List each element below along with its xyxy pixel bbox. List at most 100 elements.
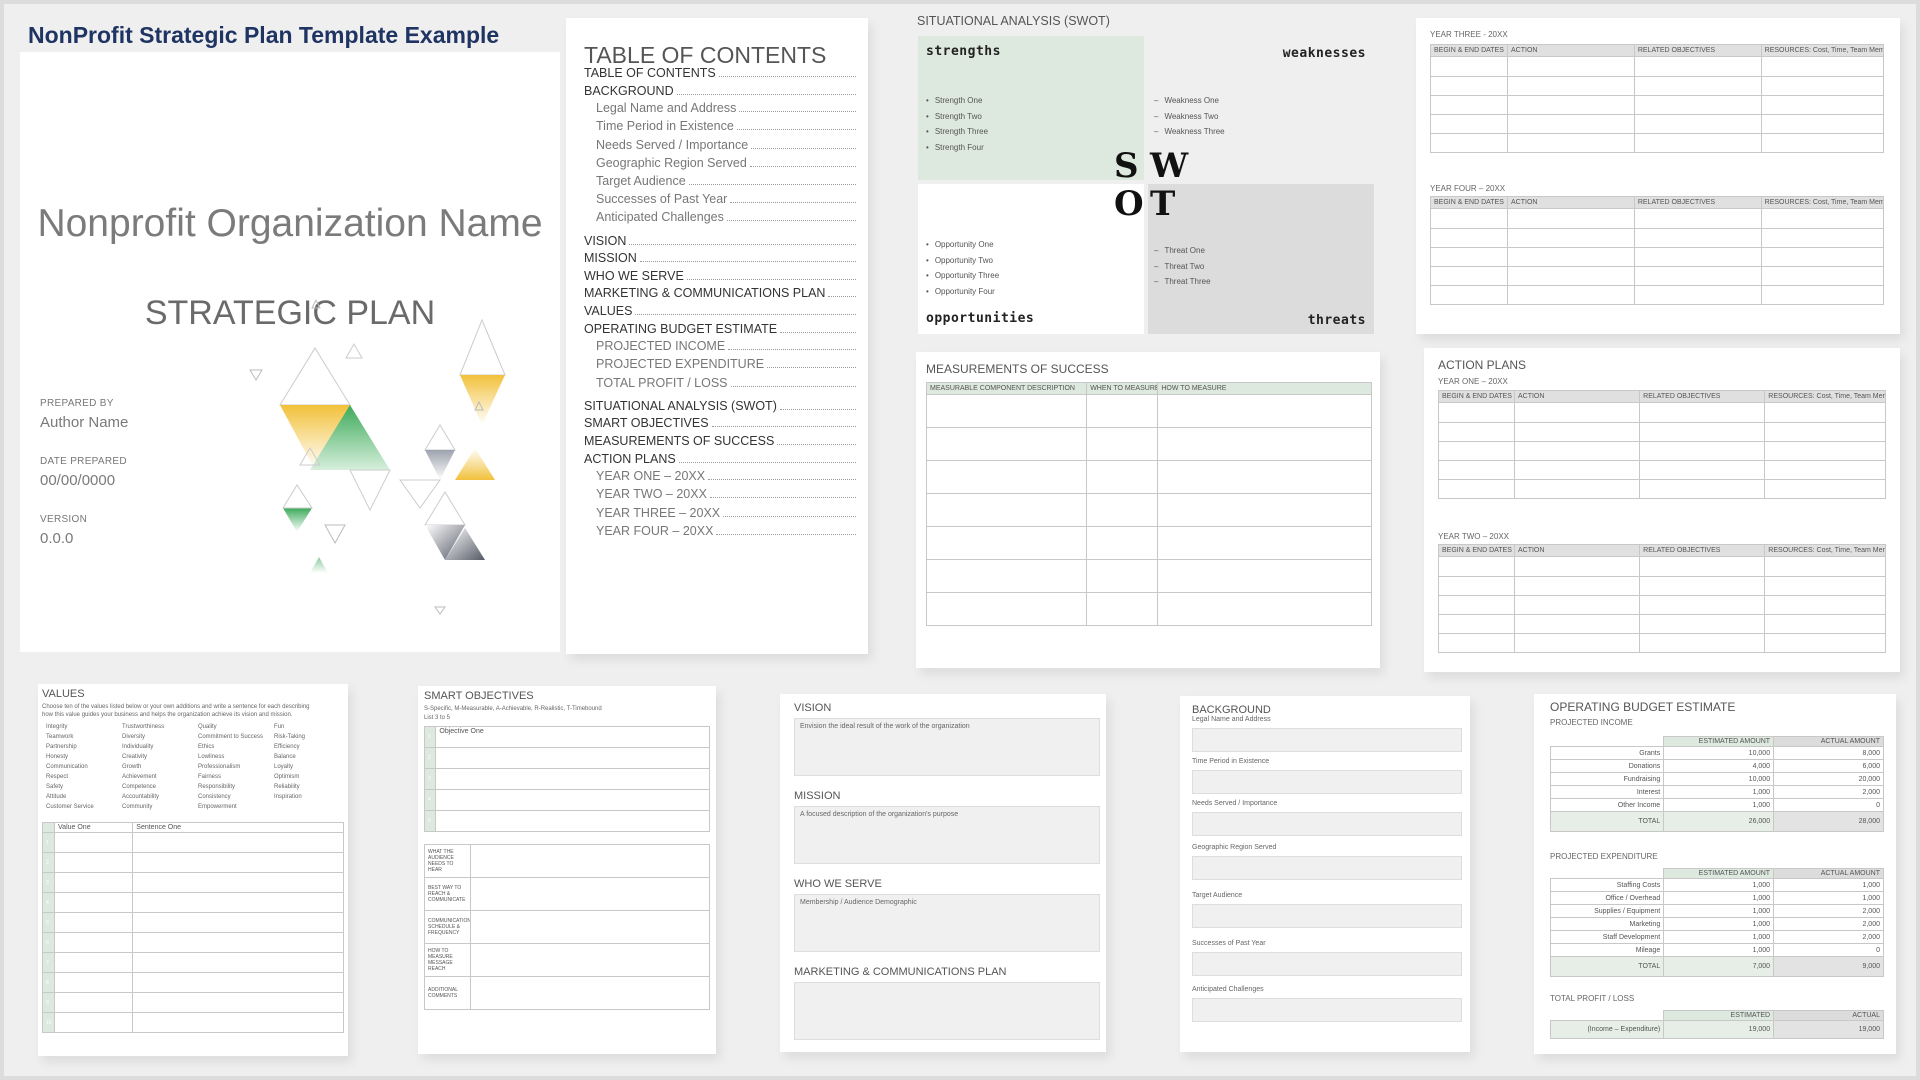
actual-amount[interactable]: 2,000 [1773, 904, 1884, 918]
table-cell[interactable] [1157, 493, 1372, 527]
table-cell[interactable] [1764, 422, 1886, 442]
estimated-amount[interactable]: 10,000 [1663, 772, 1775, 786]
table-cell[interactable] [54, 992, 134, 1013]
table-cell[interactable] [1639, 595, 1766, 615]
table-cell[interactable] [1507, 76, 1635, 96]
table-cell[interactable] [1633, 266, 1762, 286]
table-cell[interactable] [1764, 460, 1886, 480]
table-cell[interactable] [1764, 633, 1886, 653]
toc-entry[interactable]: Time Period in Existence [596, 119, 856, 133]
estimated-amount[interactable]: 1,000 [1663, 785, 1775, 799]
actual-amount[interactable]: 8,000 [1773, 746, 1884, 760]
table-cell[interactable] [925, 394, 1088, 428]
estimated-amount[interactable]: 1,000 [1663, 891, 1775, 905]
table-cell[interactable] [1438, 479, 1515, 499]
estimated-amount[interactable]: 10,000 [1663, 746, 1775, 760]
estimated-amount[interactable]: 1,000 [1663, 878, 1775, 892]
table-cell[interactable] [54, 832, 134, 853]
table-cell[interactable] [1513, 614, 1641, 634]
table-cell[interactable] [469, 844, 711, 878]
table-cell[interactable] [1086, 394, 1159, 428]
toc-entry[interactable]: Successes of Past Year [596, 192, 856, 206]
toc-entry[interactable]: OPERATING BUDGET ESTIMATE [584, 322, 856, 336]
table-cell[interactable] [1764, 595, 1886, 615]
toc-entry[interactable]: Legal Name and Address [596, 101, 856, 115]
table-cell[interactable] [1760, 208, 1885, 229]
table-cell[interactable] [132, 972, 344, 993]
table-cell[interactable] [1513, 576, 1641, 596]
toc-entry[interactable]: ACTION PLANS [584, 452, 856, 466]
table-cell[interactable] [1157, 427, 1372, 461]
table-cell[interactable] [132, 912, 344, 933]
table-cell[interactable] [1513, 460, 1641, 480]
table-cell[interactable] [1764, 402, 1886, 423]
table-cell[interactable] [469, 976, 711, 1010]
background-field-box[interactable] [1192, 812, 1462, 836]
table-cell[interactable] [1507, 247, 1635, 267]
table-cell[interactable] [1086, 427, 1159, 461]
table-cell[interactable] [54, 972, 134, 993]
table-cell[interactable] [1633, 114, 1762, 134]
table-cell[interactable] [1507, 95, 1635, 115]
table-cell[interactable] [1157, 559, 1372, 593]
table-cell[interactable] [1157, 460, 1372, 494]
table-cell[interactable] [435, 747, 710, 769]
table-cell[interactable] [1438, 614, 1515, 634]
table-cell[interactable] [1157, 394, 1372, 428]
background-field-box[interactable] [1192, 998, 1462, 1022]
table-cell[interactable] [1639, 422, 1766, 442]
table-cell[interactable] [925, 592, 1088, 626]
table-cell[interactable] [1633, 95, 1762, 115]
actual-amount[interactable]: 1,000 [1773, 878, 1884, 892]
table-cell[interactable] [132, 952, 344, 973]
table-cell[interactable] [1760, 95, 1885, 115]
table-cell[interactable] [1760, 114, 1885, 134]
table-cell[interactable] [1764, 614, 1886, 634]
table-cell[interactable] [1086, 526, 1159, 560]
table-cell[interactable] [1639, 633, 1766, 653]
toc-entry[interactable]: BACKGROUND [584, 84, 856, 98]
table-cell[interactable] [1438, 595, 1515, 615]
table-cell[interactable] [1430, 247, 1508, 267]
actual-amount[interactable]: 1,000 [1773, 891, 1884, 905]
estimated-amount[interactable]: 1,000 [1663, 943, 1775, 957]
table-cell[interactable] [1764, 556, 1886, 577]
actual-amount[interactable]: 2,000 [1773, 785, 1884, 799]
table-cell[interactable] [1633, 228, 1762, 248]
table-cell[interactable] [1633, 285, 1762, 305]
table-cell[interactable] [1086, 460, 1159, 494]
table-cell[interactable] [1513, 479, 1641, 499]
table-cell[interactable] [1513, 633, 1641, 653]
background-field-box[interactable] [1192, 728, 1462, 752]
table-cell[interactable] [1430, 266, 1508, 286]
table-cell[interactable] [54, 892, 134, 913]
toc-entry[interactable]: Needs Served / Importance [596, 138, 856, 152]
table-cell[interactable] [1507, 266, 1635, 286]
table-cell[interactable] [1760, 266, 1885, 286]
table-cell[interactable] [1760, 247, 1885, 267]
actual-amount[interactable]: 0 [1773, 943, 1884, 957]
table-cell[interactable] [1513, 556, 1641, 577]
toc-entry[interactable]: MEASUREMENTS OF SUCCESS [584, 434, 856, 448]
estimated-amount[interactable]: 1,000 [1663, 904, 1775, 918]
toc-entry[interactable]: Target Audience [596, 174, 856, 188]
actual-amount[interactable]: 6,000 [1773, 759, 1884, 773]
table-cell[interactable] [1633, 208, 1762, 229]
table-cell[interactable] [1513, 595, 1641, 615]
background-field-box[interactable] [1192, 904, 1462, 928]
table-cell[interactable] [1764, 441, 1886, 461]
background-field-box[interactable] [1192, 952, 1462, 976]
table-cell[interactable] [1639, 479, 1766, 499]
table-cell[interactable] [1438, 576, 1515, 596]
table-cell[interactable] [1430, 95, 1508, 115]
table-cell[interactable] [1633, 76, 1762, 96]
table-cell[interactable] [1760, 133, 1885, 153]
table-cell[interactable] [1639, 576, 1766, 596]
table-cell[interactable] [132, 1012, 344, 1033]
table-cell[interactable] [1639, 402, 1766, 423]
toc-entry[interactable]: YEAR ONE – 20XX [596, 469, 856, 483]
table-cell[interactable] [1430, 208, 1508, 229]
toc-entry[interactable]: MISSION [584, 251, 856, 265]
table-cell[interactable] [1430, 228, 1508, 248]
table-cell[interactable] [1760, 76, 1885, 96]
